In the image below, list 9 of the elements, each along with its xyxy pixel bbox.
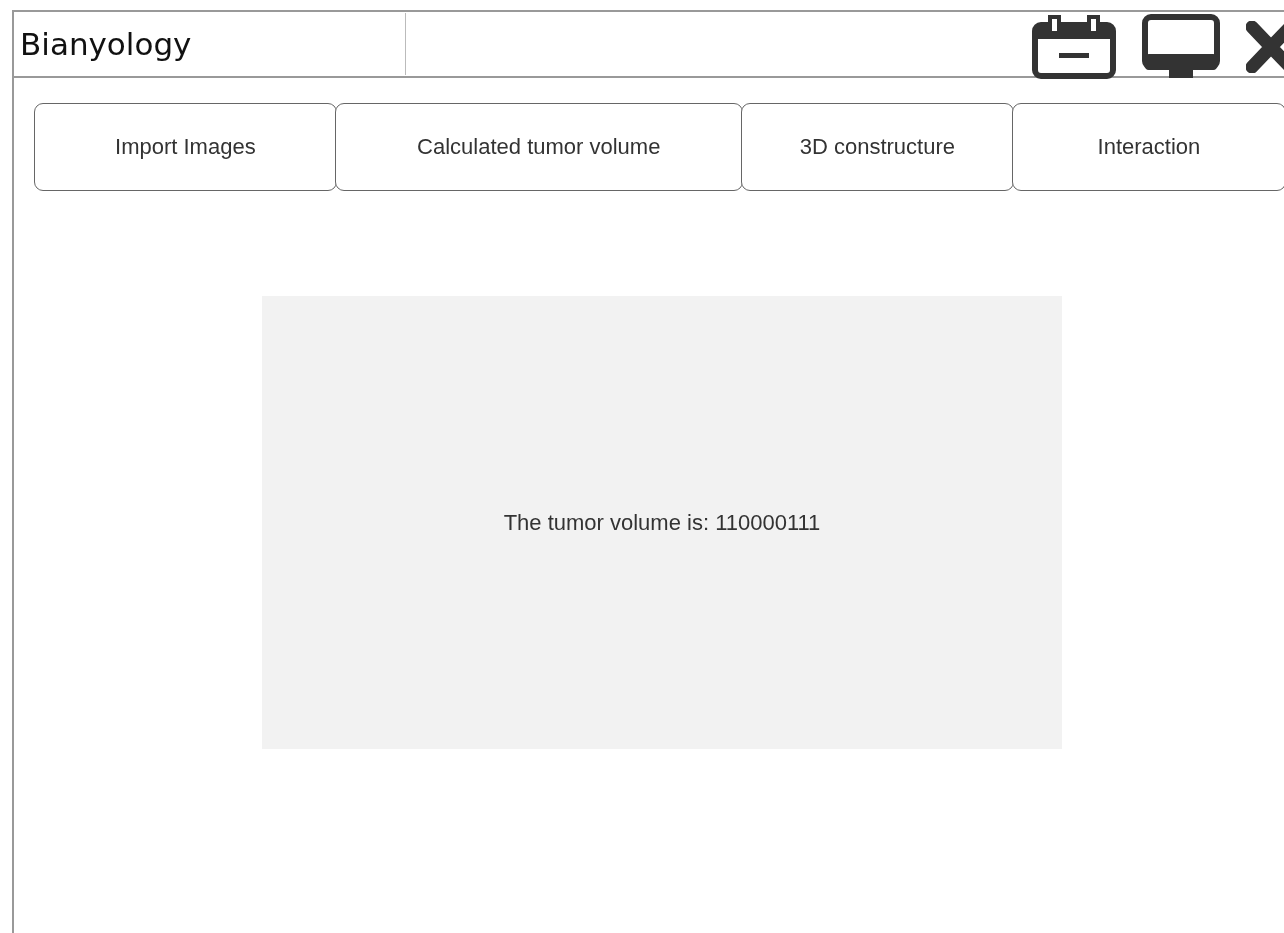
result-text: The tumor volume is: 110000111 — [503, 509, 821, 536]
tab-button[interactable]: Import Images — [34, 103, 337, 191]
tab-button[interactable]: Interaction — [1011, 103, 1284, 191]
tab-button[interactable]: Calculated tumor volume — [334, 103, 743, 191]
window-title: Bianyology — [14, 13, 406, 75]
calendar-icon[interactable] — [1032, 15, 1116, 79]
monitor-icon[interactable] — [1142, 14, 1220, 80]
tab-button[interactable]: 3D constructure — [740, 103, 1014, 191]
close-icon[interactable] — [1246, 21, 1284, 73]
